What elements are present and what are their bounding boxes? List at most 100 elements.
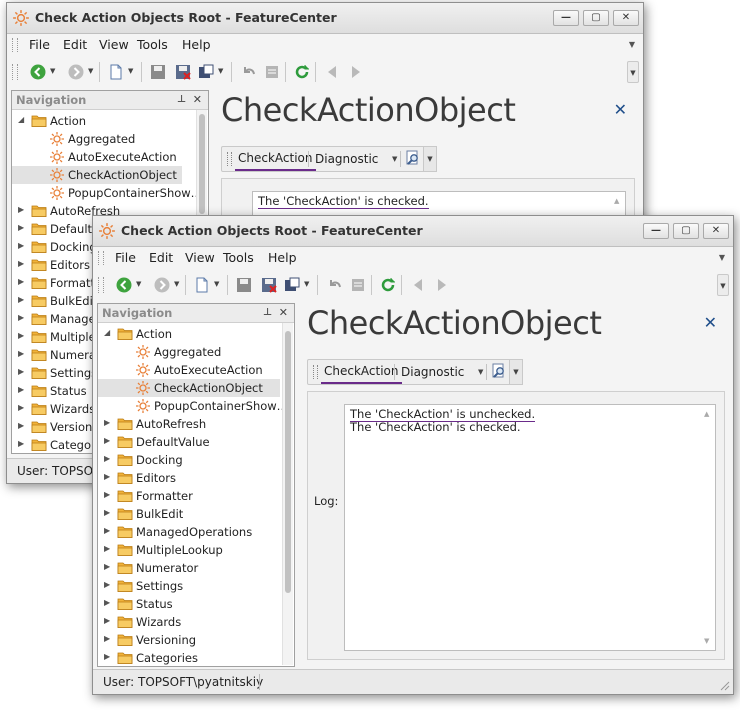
forward-dropdown-arrow[interactable]: ▼ bbox=[174, 280, 179, 288]
save-and-close-icon[interactable] bbox=[174, 63, 192, 81]
menu-view[interactable]: View bbox=[99, 37, 129, 52]
refresh-icon[interactable] bbox=[293, 63, 311, 81]
menu-edit[interactable]: Edit bbox=[149, 250, 173, 265]
diagnostic-button[interactable]: Diagnostic bbox=[315, 152, 378, 166]
menu-tools[interactable]: Tools bbox=[223, 250, 254, 265]
action-toolbar-dropdown[interactable]: ▼ bbox=[423, 146, 437, 172]
expand-arrow-icon[interactable]: ▶ bbox=[104, 634, 110, 643]
diagnostic-dropdown-arrow[interactable]: ▼ bbox=[392, 155, 397, 163]
nav-item-aggregated[interactable]: Aggregated bbox=[12, 130, 194, 148]
nav-item-formatter[interactable]: ▶ Formatter bbox=[98, 487, 280, 505]
refresh-icon[interactable] bbox=[379, 276, 397, 294]
expand-arrow-icon[interactable]: ▶ bbox=[18, 421, 24, 430]
navigation-scroll-thumb[interactable] bbox=[285, 331, 291, 593]
close-button[interactable]: ✕ bbox=[703, 223, 729, 239]
expand-arrow-icon[interactable]: ▶ bbox=[104, 526, 110, 535]
pin-icon[interactable]: ⊥ bbox=[263, 304, 272, 322]
delete-icon[interactable] bbox=[349, 276, 367, 294]
nav-item-defaultvalue[interactable]: ▶ DefaultValue bbox=[98, 433, 280, 451]
pin-icon[interactable]: ⊥ bbox=[177, 91, 186, 109]
nav-item-status[interactable]: ▶ Status bbox=[98, 595, 280, 613]
expand-arrow-icon[interactable]: ▶ bbox=[104, 598, 110, 607]
close-view-icon[interactable]: ✕ bbox=[614, 100, 627, 119]
new-document-icon[interactable] bbox=[107, 63, 125, 81]
expand-arrow-icon[interactable]: ▶ bbox=[104, 418, 110, 427]
toolbar-customize-button[interactable]: ▼ bbox=[717, 274, 729, 296]
expand-arrow-icon[interactable]: ▶ bbox=[104, 508, 110, 517]
previous-record-icon[interactable] bbox=[323, 63, 341, 81]
menu-overflow-icon[interactable]: ▼ bbox=[629, 40, 635, 49]
nav-item-bulkedit[interactable]: ▶ BulkEdit bbox=[98, 505, 280, 523]
nav-item-autoexecuteaction[interactable]: AutoExecuteAction bbox=[12, 148, 194, 166]
check-action-button[interactable]: CheckAction bbox=[321, 363, 402, 384]
nav-item-categories[interactable]: ▶ Categories bbox=[98, 649, 280, 667]
close-button[interactable]: ✕ bbox=[613, 10, 639, 26]
menu-overflow-icon[interactable]: ▼ bbox=[719, 253, 725, 262]
nav-item-numerator[interactable]: ▶ Numerator bbox=[98, 559, 280, 577]
nav-item-autorefresh[interactable]: ▶ AutoRefresh bbox=[98, 415, 280, 433]
forward-icon[interactable] bbox=[153, 276, 171, 294]
menu-view[interactable]: View bbox=[185, 250, 215, 265]
nav-item-checkactionobject[interactable]: CheckActionObject bbox=[98, 379, 280, 397]
expand-arrow-icon[interactable]: ▶ bbox=[18, 241, 24, 250]
nav-item-popupcontainershow[interactable]: PopupContainerShow… bbox=[98, 397, 288, 415]
forward-dropdown-arrow[interactable]: ▼ bbox=[88, 67, 93, 75]
expand-arrow-icon[interactable]: ▶ bbox=[104, 472, 110, 481]
foreground-window[interactable]: Check Action Objects Root - FeatureCente… bbox=[92, 215, 734, 695]
menu-tools[interactable]: Tools bbox=[137, 37, 168, 52]
nav-item-aggregated[interactable]: Aggregated bbox=[98, 343, 280, 361]
nav-item-action[interactable]: ◢ Action bbox=[12, 112, 194, 130]
scroll-down-icon[interactable]: ▼ bbox=[704, 637, 709, 645]
save-and-new-dropdown-arrow[interactable]: ▼ bbox=[218, 67, 223, 75]
nav-item-autoexecuteaction[interactable]: AutoExecuteAction bbox=[98, 361, 280, 379]
minimize-button[interactable]: — bbox=[553, 10, 579, 26]
delete-icon[interactable] bbox=[263, 63, 281, 81]
expand-arrow-icon[interactable]: ▶ bbox=[104, 580, 110, 589]
save-and-close-icon[interactable] bbox=[260, 276, 278, 294]
save-and-new-icon[interactable] bbox=[197, 63, 215, 81]
nav-item-settings[interactable]: ▶ Settings bbox=[98, 577, 280, 595]
expand-arrow-icon[interactable]: ▶ bbox=[104, 490, 110, 499]
search-icon[interactable] bbox=[405, 150, 421, 166]
nav-item-wizards[interactable]: ▶ Wizards bbox=[98, 613, 280, 631]
expand-arrow-icon[interactable]: ▶ bbox=[18, 223, 24, 232]
scroll-up-icon[interactable]: ▲ bbox=[614, 197, 619, 205]
menu-help[interactable]: Help bbox=[268, 250, 297, 265]
save-and-new-dropdown-arrow[interactable]: ▼ bbox=[304, 280, 309, 288]
menu-edit[interactable]: Edit bbox=[63, 37, 87, 52]
close-view-icon[interactable]: ✕ bbox=[704, 313, 717, 332]
nav-item-action[interactable]: ◢ Action bbox=[98, 325, 280, 343]
collapse-arrow-icon[interactable]: ◢ bbox=[104, 328, 110, 337]
back-icon[interactable] bbox=[115, 276, 133, 294]
expand-arrow-icon[interactable]: ▶ bbox=[18, 403, 24, 412]
diagnostic-button[interactable]: Diagnostic bbox=[401, 365, 464, 379]
save-icon[interactable] bbox=[235, 276, 253, 294]
toolbar-customize-button[interactable]: ▼ bbox=[627, 61, 639, 83]
menu-file[interactable]: File bbox=[29, 37, 50, 52]
expand-arrow-icon[interactable]: ▶ bbox=[18, 277, 24, 286]
diagnostic-dropdown-arrow[interactable]: ▼ bbox=[478, 368, 483, 376]
collapse-arrow-icon[interactable]: ◢ bbox=[18, 115, 24, 124]
expand-arrow-icon[interactable]: ▶ bbox=[104, 454, 110, 463]
menu-help[interactable]: Help bbox=[182, 37, 211, 52]
nav-item-managedoperations[interactable]: ▶ ManagedOperations bbox=[98, 523, 280, 541]
expand-arrow-icon[interactable]: ▶ bbox=[18, 439, 24, 448]
action-toolbar-dropdown[interactable]: ▼ bbox=[509, 359, 523, 385]
nav-item-docking[interactable]: ▶ Docking bbox=[98, 451, 280, 469]
expand-arrow-icon[interactable]: ▶ bbox=[104, 544, 110, 553]
search-icon[interactable] bbox=[491, 363, 507, 379]
expand-arrow-icon[interactable]: ▶ bbox=[18, 385, 24, 394]
close-navigation-button[interactable]: ✕ bbox=[279, 304, 288, 322]
minimize-button[interactable]: — bbox=[643, 223, 669, 239]
maximize-button[interactable]: ▢ bbox=[673, 223, 699, 239]
expand-arrow-icon[interactable]: ▶ bbox=[18, 331, 24, 340]
expand-arrow-icon[interactable]: ▶ bbox=[18, 349, 24, 358]
new-document-icon[interactable] bbox=[193, 276, 211, 294]
undo-icon[interactable] bbox=[239, 63, 257, 81]
new-document-dropdown-arrow[interactable]: ▼ bbox=[214, 280, 219, 288]
menu-file[interactable]: File bbox=[115, 250, 136, 265]
previous-record-icon[interactable] bbox=[409, 276, 427, 294]
expand-arrow-icon[interactable]: ▶ bbox=[18, 367, 24, 376]
next-record-icon[interactable] bbox=[433, 276, 451, 294]
scroll-up-icon[interactable]: ▲ bbox=[704, 410, 709, 418]
